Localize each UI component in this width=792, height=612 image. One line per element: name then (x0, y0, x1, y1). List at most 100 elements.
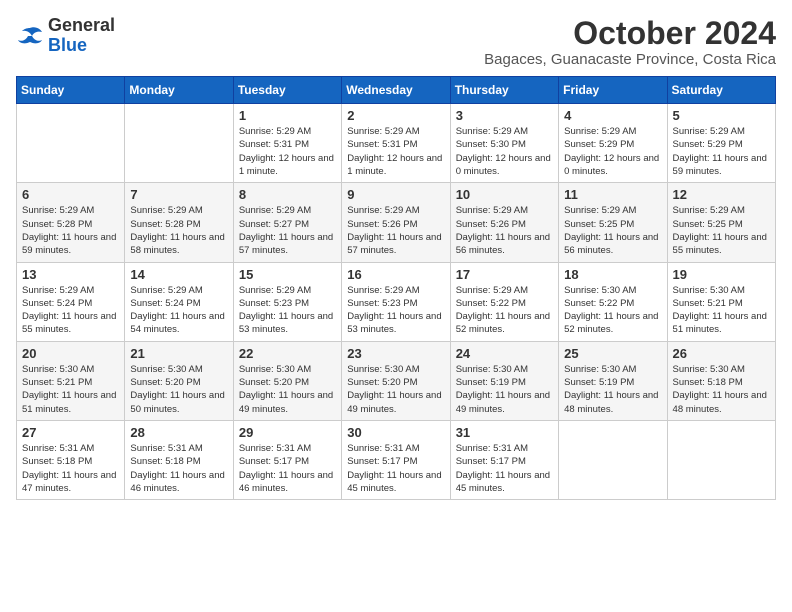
calendar-header-thursday: Thursday (450, 77, 558, 104)
day-info: Sunrise: 5:30 AM Sunset: 5:21 PM Dayligh… (673, 284, 770, 337)
day-info: Sunrise: 5:29 AM Sunset: 5:28 PM Dayligh… (22, 204, 119, 257)
calendar-cell: 13 Sunrise: 5:29 AM Sunset: 5:24 PM Dayli… (17, 262, 125, 341)
title-block: October 2024 Bagaces, Guanacaste Provinc… (484, 16, 776, 68)
calendar-header-wednesday: Wednesday (342, 77, 450, 104)
day-info: Sunrise: 5:29 AM Sunset: 5:24 PM Dayligh… (22, 284, 119, 337)
day-info: Sunrise: 5:29 AM Sunset: 5:28 PM Dayligh… (130, 204, 227, 257)
day-info: Sunrise: 5:31 AM Sunset: 5:17 PM Dayligh… (347, 442, 444, 495)
day-number: 8 (239, 187, 336, 202)
day-number: 23 (347, 346, 444, 361)
calendar-week-2: 6Sunrise: 5:29 AM Sunset: 5:28 PM Daylig… (17, 183, 776, 262)
day-number: 4 (564, 108, 661, 123)
calendar-header-friday: Friday (559, 77, 667, 104)
calendar-cell: 28Sunrise: 5:31 AM Sunset: 5:18 PM Dayli… (125, 420, 233, 499)
day-number: 26 (673, 346, 770, 361)
logo: General Blue (16, 16, 115, 56)
day-number: 11 (564, 187, 661, 202)
day-number: 3 (456, 108, 553, 123)
day-number: 22 (239, 346, 336, 361)
day-number: 29 (239, 425, 336, 440)
calendar-cell: 5Sunrise: 5:29 AM Sunset: 5:29 PM Daylig… (667, 104, 775, 183)
calendar-week-3: 13 Sunrise: 5:29 AM Sunset: 5:24 PM Dayli… (17, 262, 776, 341)
day-info: Sunrise: 5:29 AM Sunset: 5:30 PM Dayligh… (456, 125, 553, 178)
day-info: Sunrise: 5:30 AM Sunset: 5:22 PM Dayligh… (564, 284, 661, 337)
calendar-cell: 19 Sunrise: 5:30 AM Sunset: 5:21 PM Dayli… (667, 262, 775, 341)
calendar-cell: 12 Sunrise: 5:29 AM Sunset: 5:25 PM Dayli… (667, 183, 775, 262)
day-info: Sunrise: 5:29 AM Sunset: 5:25 PM Dayligh… (564, 204, 661, 257)
calendar-cell: 23 Sunrise: 5:30 AM Sunset: 5:20 PM Dayli… (342, 341, 450, 420)
day-number: 18 (564, 267, 661, 282)
day-info: Sunrise: 5:30 AM Sunset: 5:20 PM Dayligh… (347, 363, 444, 416)
calendar-cell: 25Sunrise: 5:30 AM Sunset: 5:19 PM Dayli… (559, 341, 667, 420)
logo-bird-icon (16, 24, 44, 48)
calendar-cell: 24 Sunrise: 5:30 AM Sunset: 5:19 PM Dayli… (450, 341, 558, 420)
calendar-cell: 29 Sunrise: 5:31 AM Sunset: 5:17 PM Dayli… (233, 420, 341, 499)
calendar-cell (17, 104, 125, 183)
day-info: Sunrise: 5:31 AM Sunset: 5:18 PM Dayligh… (22, 442, 119, 495)
calendar-cell (667, 420, 775, 499)
calendar-cell: 21Sunrise: 5:30 AM Sunset: 5:20 PM Dayli… (125, 341, 233, 420)
calendar-week-1: 1 Sunrise: 5:29 AM Sunset: 5:31 PM Daylig… (17, 104, 776, 183)
page-header: General Blue October 2024 Bagaces, Guana… (16, 16, 776, 68)
calendar-week-5: 27 Sunrise: 5:31 AM Sunset: 5:18 PM Dayli… (17, 420, 776, 499)
day-info: Sunrise: 5:29 AM Sunset: 5:31 PM Dayligh… (347, 125, 444, 178)
day-info: Sunrise: 5:29 AM Sunset: 5:26 PM Dayligh… (456, 204, 553, 257)
day-info: Sunrise: 5:30 AM Sunset: 5:21 PM Dayligh… (22, 363, 119, 416)
calendar-week-4: 20 Sunrise: 5:30 AM Sunset: 5:21 PM Dayli… (17, 341, 776, 420)
day-info: Sunrise: 5:29 AM Sunset: 5:29 PM Dayligh… (564, 125, 661, 178)
day-number: 17 (456, 267, 553, 282)
calendar-cell: 27 Sunrise: 5:31 AM Sunset: 5:18 PM Dayli… (17, 420, 125, 499)
calendar-cell: 18 Sunrise: 5:30 AM Sunset: 5:22 PM Dayli… (559, 262, 667, 341)
day-info: Sunrise: 5:31 AM Sunset: 5:17 PM Dayligh… (239, 442, 336, 495)
day-number: 9 (347, 187, 444, 202)
calendar-cell: 26 Sunrise: 5:30 AM Sunset: 5:18 PM Dayli… (667, 341, 775, 420)
location-subtitle: Bagaces, Guanacaste Province, Costa Rica (484, 51, 776, 68)
calendar-cell: 10 Sunrise: 5:29 AM Sunset: 5:26 PM Dayli… (450, 183, 558, 262)
calendar-cell: 7 Sunrise: 5:29 AM Sunset: 5:28 PM Daylig… (125, 183, 233, 262)
day-number: 16 (347, 267, 444, 282)
day-info: Sunrise: 5:29 AM Sunset: 5:26 PM Dayligh… (347, 204, 444, 257)
month-year-title: October 2024 (484, 16, 776, 51)
day-number: 25 (564, 346, 661, 361)
day-number: 5 (673, 108, 770, 123)
calendar-table: SundayMondayTuesdayWednesdayThursdayFrid… (16, 76, 776, 500)
day-number: 7 (130, 187, 227, 202)
day-info: Sunrise: 5:29 AM Sunset: 5:25 PM Dayligh… (673, 204, 770, 257)
calendar-cell (559, 420, 667, 499)
calendar-cell: 31Sunrise: 5:31 AM Sunset: 5:17 PM Dayli… (450, 420, 558, 499)
calendar-cell: 8Sunrise: 5:29 AM Sunset: 5:27 PM Daylig… (233, 183, 341, 262)
day-number: 1 (239, 108, 336, 123)
calendar-header-saturday: Saturday (667, 77, 775, 104)
day-number: 27 (22, 425, 119, 440)
day-number: 12 (673, 187, 770, 202)
calendar-cell (125, 104, 233, 183)
day-number: 13 (22, 267, 119, 282)
day-info: Sunrise: 5:30 AM Sunset: 5:20 PM Dayligh… (239, 363, 336, 416)
day-number: 24 (456, 346, 553, 361)
calendar-cell: 17 Sunrise: 5:29 AM Sunset: 5:22 PM Dayli… (450, 262, 558, 341)
calendar-header-sunday: Sunday (17, 77, 125, 104)
day-info: Sunrise: 5:31 AM Sunset: 5:17 PM Dayligh… (456, 442, 553, 495)
day-number: 15 (239, 267, 336, 282)
calendar-cell: 2 Sunrise: 5:29 AM Sunset: 5:31 PM Daylig… (342, 104, 450, 183)
day-number: 19 (673, 267, 770, 282)
day-info: Sunrise: 5:29 AM Sunset: 5:22 PM Dayligh… (456, 284, 553, 337)
day-info: Sunrise: 5:30 AM Sunset: 5:19 PM Dayligh… (456, 363, 553, 416)
day-number: 20 (22, 346, 119, 361)
calendar-cell: 1Sunrise: 5:29 AM Sunset: 5:31 PM Daylig… (233, 104, 341, 183)
calendar-body: 1 Sunrise: 5:29 AM Sunset: 5:31 PM Daylig… (17, 104, 776, 500)
calendar-header-row: SundayMondayTuesdayWednesdayThursdayFrid… (17, 77, 776, 104)
day-info: Sunrise: 5:30 AM Sunset: 5:18 PM Dayligh… (673, 363, 770, 416)
calendar-cell: 22 Sunrise: 5:30 AM Sunset: 5:20 PM Dayli… (233, 341, 341, 420)
calendar-header-monday: Monday (125, 77, 233, 104)
day-number: 10 (456, 187, 553, 202)
day-number: 2 (347, 108, 444, 123)
day-info: Sunrise: 5:30 AM Sunset: 5:20 PM Dayligh… (130, 363, 227, 416)
day-info: Sunrise: 5:29 AM Sunset: 5:23 PM Dayligh… (347, 284, 444, 337)
calendar-cell: 30Sunrise: 5:31 AM Sunset: 5:17 PM Dayli… (342, 420, 450, 499)
calendar-cell: 4 Sunrise: 5:29 AM Sunset: 5:29 PM Daylig… (559, 104, 667, 183)
calendar-cell: 15Sunrise: 5:29 AM Sunset: 5:23 PM Dayli… (233, 262, 341, 341)
calendar-cell: 3 Sunrise: 5:29 AM Sunset: 5:30 PM Daylig… (450, 104, 558, 183)
calendar-cell: 20 Sunrise: 5:30 AM Sunset: 5:21 PM Dayli… (17, 341, 125, 420)
calendar-cell: 14Sunrise: 5:29 AM Sunset: 5:24 PM Dayli… (125, 262, 233, 341)
